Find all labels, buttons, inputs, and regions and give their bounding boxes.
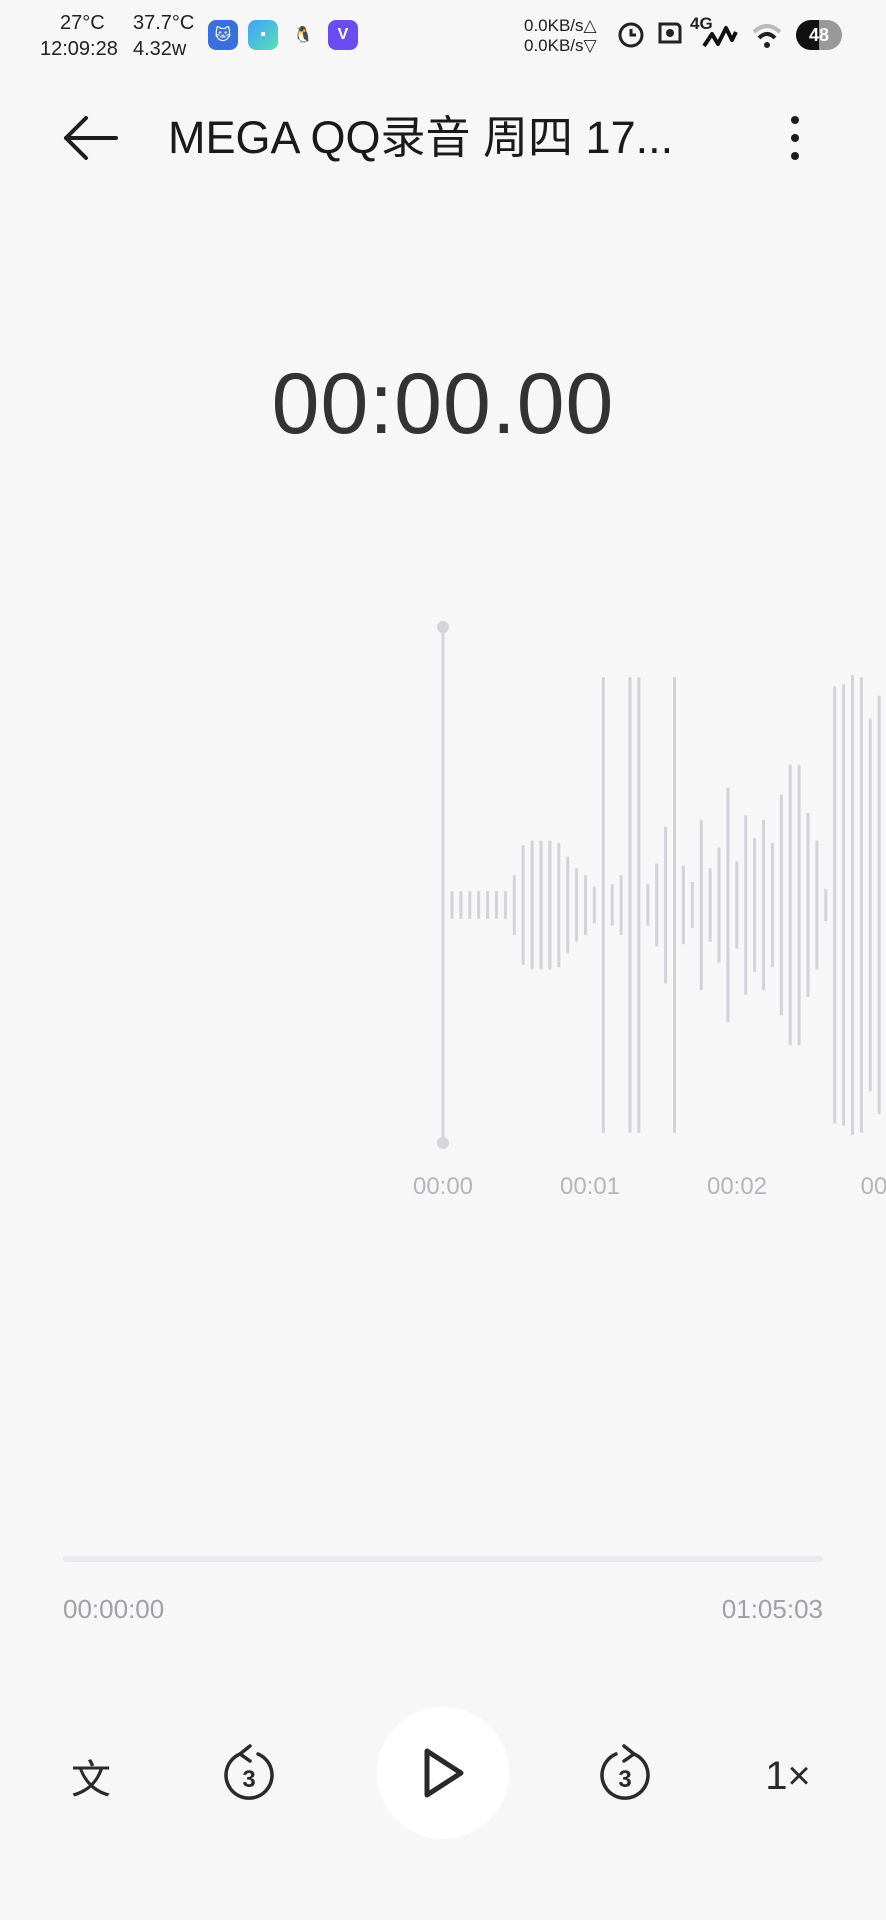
v-app-icon: V <box>328 20 358 50</box>
battery-icon: 48 <box>796 20 842 50</box>
current-time: 00:00:00 <box>63 1594 165 1624</box>
upload-speed: 0.0KB/s△ <box>524 16 597 35</box>
transcribe-label: 文 <box>71 1758 111 1802</box>
rewind-button[interactable]: 3 <box>218 1742 280 1808</box>
total-duration: 01:05:03 <box>721 1594 823 1624</box>
more-vertical-icon[interactable] <box>775 110 815 166</box>
forward-button[interactable]: 3 <box>594 1742 656 1808</box>
alarm-clock-icon <box>618 22 644 48</box>
forward-seconds: 3 <box>618 1766 631 1793</box>
play-button[interactable] <box>377 1707 509 1839</box>
nfc-icon <box>658 22 682 44</box>
qq-app-icon: 🐧 <box>293 27 313 44</box>
timeline-tick-label: 00:01 <box>560 1173 620 1200</box>
temperature: 27°C <box>60 12 105 34</box>
recording-player-screen: 27°C 12:09:28 37.7°C 4.32w 🐱 ▪ 🐧 V 0.0KB… <box>0 0 886 1920</box>
timeline-ticks: 00:00 00:01 00:02 00:0 <box>413 1173 886 1200</box>
download-speed: 0.0KB/s▽ <box>524 36 597 55</box>
status-bar: 27°C 12:09:28 37.7°C 4.32w 🐱 ▪ 🐧 V 0.0KB… <box>0 0 886 70</box>
timeline-tick-label: 00:02 <box>707 1173 767 1200</box>
wifi-icon <box>752 24 782 48</box>
signal-icon <box>702 26 738 48</box>
robot-app-icon: ▪ <box>248 20 278 50</box>
playhead-top-handle <box>437 621 449 633</box>
rewind-3-icon: 3 <box>224 1744 274 1800</box>
playback-speed-button[interactable]: 1× <box>752 1745 824 1807</box>
top-app-bar: MEGA QQ录音 周四 17... <box>0 92 886 182</box>
playhead-bottom-handle <box>437 1137 449 1149</box>
timeline-tick-label: 00:00 <box>413 1173 473 1200</box>
waveform[interactable]: 00:00 00:01 00:02 00:0 <box>0 610 886 1210</box>
power-draw: 4.32w <box>133 38 187 60</box>
progress-bar[interactable] <box>63 1556 823 1562</box>
recording-title: MEGA QQ录音 周四 17... <box>168 112 674 163</box>
speed-label: 1× <box>765 1753 811 1798</box>
battery-temperature: 37.7°C <box>133 12 195 34</box>
waveform-bars <box>450 675 881 1135</box>
timeline-tick-label: 00:0 <box>861 1173 886 1200</box>
playback-timer: 00:00.00 <box>271 356 615 452</box>
back-arrow-icon[interactable] <box>60 110 120 166</box>
transcribe-button[interactable]: 文 <box>60 1745 122 1807</box>
battery-level: 48 <box>808 24 830 45</box>
forward-3-icon: 3 <box>600 1744 650 1800</box>
rewind-seconds: 3 <box>242 1766 255 1793</box>
play-icon <box>424 1748 464 1798</box>
clock: 12:09:28 <box>40 38 118 60</box>
cat-app-icon: 🐱 <box>208 20 238 50</box>
